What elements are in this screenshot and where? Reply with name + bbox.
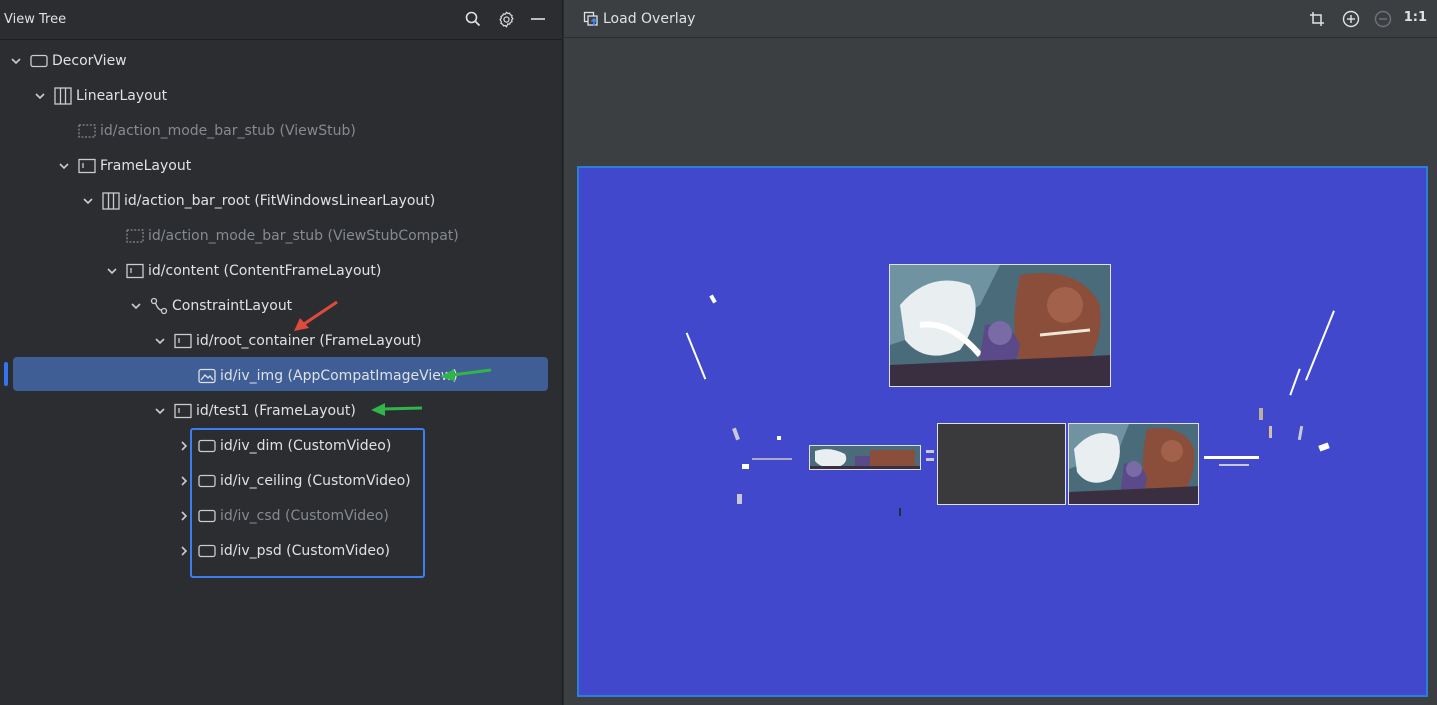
render-artifact [685,332,707,380]
render-artifact [1289,368,1301,396]
render-artifact [737,494,742,504]
render-artifact [1204,456,1259,459]
view-tree-panel: View Tree DecorView LinearLayout id/action… [0,0,563,705]
render-artifact [777,436,781,440]
render-artifact [926,450,934,453]
preview-image-secondary[interactable] [1068,423,1199,505]
crop-icon[interactable] [1306,8,1328,30]
layout-preview-panel: Load Overlay 1:1 [564,0,1437,705]
preview-toolbar: Load Overlay 1:1 [564,0,1437,38]
render-artifact [1219,464,1249,466]
render-artifact [1305,310,1335,381]
render-artifact [732,427,740,441]
load-overlay-button[interactable]: Load Overlay [582,8,695,30]
preview-image-thumb-strip[interactable] [809,445,921,470]
device-preview-canvas[interactable] [577,166,1428,697]
preview-image-main[interactable] [889,264,1111,387]
render-artifact [1318,442,1330,452]
render-artifact [752,458,792,460]
render-artifact [1259,408,1263,420]
render-artifact [709,294,717,304]
render-artifact [1297,425,1304,441]
annotation-arrows [294,300,492,416]
render-artifact [899,508,901,516]
render-artifact [1269,426,1272,438]
actual-size-button[interactable]: 1:1 [1404,10,1427,25]
render-artifact [926,458,934,461]
load-overlay-label: Load Overlay [603,11,696,27]
render-artifact [742,464,749,469]
zoom-out-icon[interactable] [1372,8,1394,30]
zoom-in-icon[interactable] [1340,8,1362,30]
load-overlay-icon [582,10,600,28]
preview-empty-video[interactable] [937,423,1066,505]
